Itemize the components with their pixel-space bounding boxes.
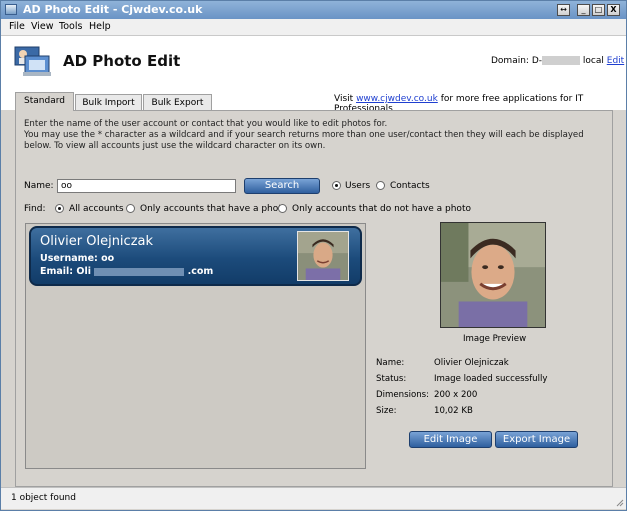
contacts-radio-label[interactable]: Contacts (390, 181, 430, 191)
with-photo-label[interactable]: Only accounts that have a photo (140, 204, 287, 214)
result-photo-thumbnail (297, 231, 349, 281)
result-email: Email: Oli .com (40, 266, 213, 277)
tab-strip: Standard Bulk Import Bulk Export Visit w… (1, 86, 626, 114)
name-search-input[interactable] (57, 179, 236, 193)
resize-grip-icon[interactable] (615, 498, 624, 507)
instructions-line2: You may use the * character as a wildcar… (24, 130, 584, 151)
instructions-line1: Enter the name of the user account or co… (24, 119, 388, 129)
detail-status-value: Image loaded successfully (434, 374, 548, 384)
close-button[interactable]: X (607, 4, 620, 16)
edit-domain-link[interactable]: Edit (607, 56, 624, 66)
contacts-radio[interactable] (376, 181, 385, 190)
export-image-button[interactable]: Export Image (495, 431, 578, 448)
with-photo-radio[interactable] (126, 204, 135, 213)
minimize-button[interactable]: _ (577, 4, 590, 16)
detail-dimensions-value: 200 x 200 (434, 390, 478, 400)
without-photo-radio[interactable] (278, 204, 287, 213)
redacted-block (94, 267, 185, 276)
users-radio-label[interactable]: Users (345, 181, 370, 191)
tab-bulk-export[interactable]: Bulk Export (143, 94, 212, 110)
menu-tools[interactable]: Tools (59, 21, 82, 32)
search-button[interactable]: Search (244, 178, 320, 194)
users-radio[interactable] (332, 181, 341, 190)
edit-image-button[interactable]: Edit Image (409, 431, 492, 448)
domain-suffix: local (582, 56, 604, 66)
menu-file[interactable]: File (9, 21, 25, 32)
instructions: Enter the name of the user account or co… (24, 119, 604, 152)
title-bar[interactable]: AD Photo Edit - Cjwdev.co.uk ↔ _ □ X (1, 1, 626, 19)
app-header: AD Photo Edit Domain: D- local Edit (1, 36, 626, 86)
menu-view[interactable]: View (31, 21, 54, 32)
domain-label: Domain: (491, 56, 529, 66)
redacted-block (542, 56, 581, 65)
standard-tab-panel: Enter the name of the user account or co… (15, 110, 613, 487)
all-accounts-radio[interactable] (55, 204, 64, 213)
result-email-label: Email: Oli (40, 266, 92, 277)
result-card[interactable]: Olivier Olejniczak Username: oo Email: O… (29, 226, 362, 286)
result-username: Username: oo (40, 253, 115, 264)
app-icon (5, 4, 17, 15)
detail-status-label: Status: (376, 374, 407, 384)
result-name: Olivier Olejniczak (40, 234, 154, 249)
detail-size-label: Size: (376, 406, 397, 416)
image-preview-label: Image Preview (463, 334, 527, 344)
app-title: AD Photo Edit (63, 52, 181, 70)
visit-prefix: Visit (334, 94, 354, 104)
find-label: Find: (24, 204, 46, 214)
image-preview-photo (440, 222, 546, 328)
app-logo-icon (14, 46, 51, 76)
menu-bar: File View Tools Help (1, 19, 626, 36)
status-bar: 1 object found (1, 487, 626, 509)
result-email-domain: .com (187, 266, 214, 277)
name-label: Name: (24, 181, 54, 191)
domain-prefix: D- (531, 56, 543, 66)
menu-help[interactable]: Help (89, 21, 111, 32)
results-list: Olivier Olejniczak Username: oo Email: O… (25, 223, 366, 469)
detail-name-label: Name: (376, 358, 405, 368)
website-link[interactable]: www.cjwdev.co.uk (356, 94, 438, 104)
window-title: AD Photo Edit - Cjwdev.co.uk (23, 3, 203, 16)
detail-name-value: Olivier Olejniczak (434, 358, 509, 368)
without-photo-label[interactable]: Only accounts that do not have a photo (292, 204, 471, 214)
tab-standard[interactable]: Standard (15, 92, 74, 111)
tab-bulk-import[interactable]: Bulk Import (75, 94, 142, 110)
detail-size-value: 10,02 KB (434, 406, 473, 416)
status-text: 1 object found (11, 493, 76, 503)
main-window: AD Photo Edit - Cjwdev.co.uk ↔ _ □ X Fil… (0, 0, 627, 511)
all-accounts-label[interactable]: All accounts (69, 204, 124, 214)
domain-info: Domain: D- local Edit (491, 56, 624, 66)
restore-button[interactable]: □ (592, 4, 605, 16)
resize-arrows-button[interactable]: ↔ (557, 4, 570, 16)
detail-dimensions-label: Dimensions: (376, 390, 430, 400)
